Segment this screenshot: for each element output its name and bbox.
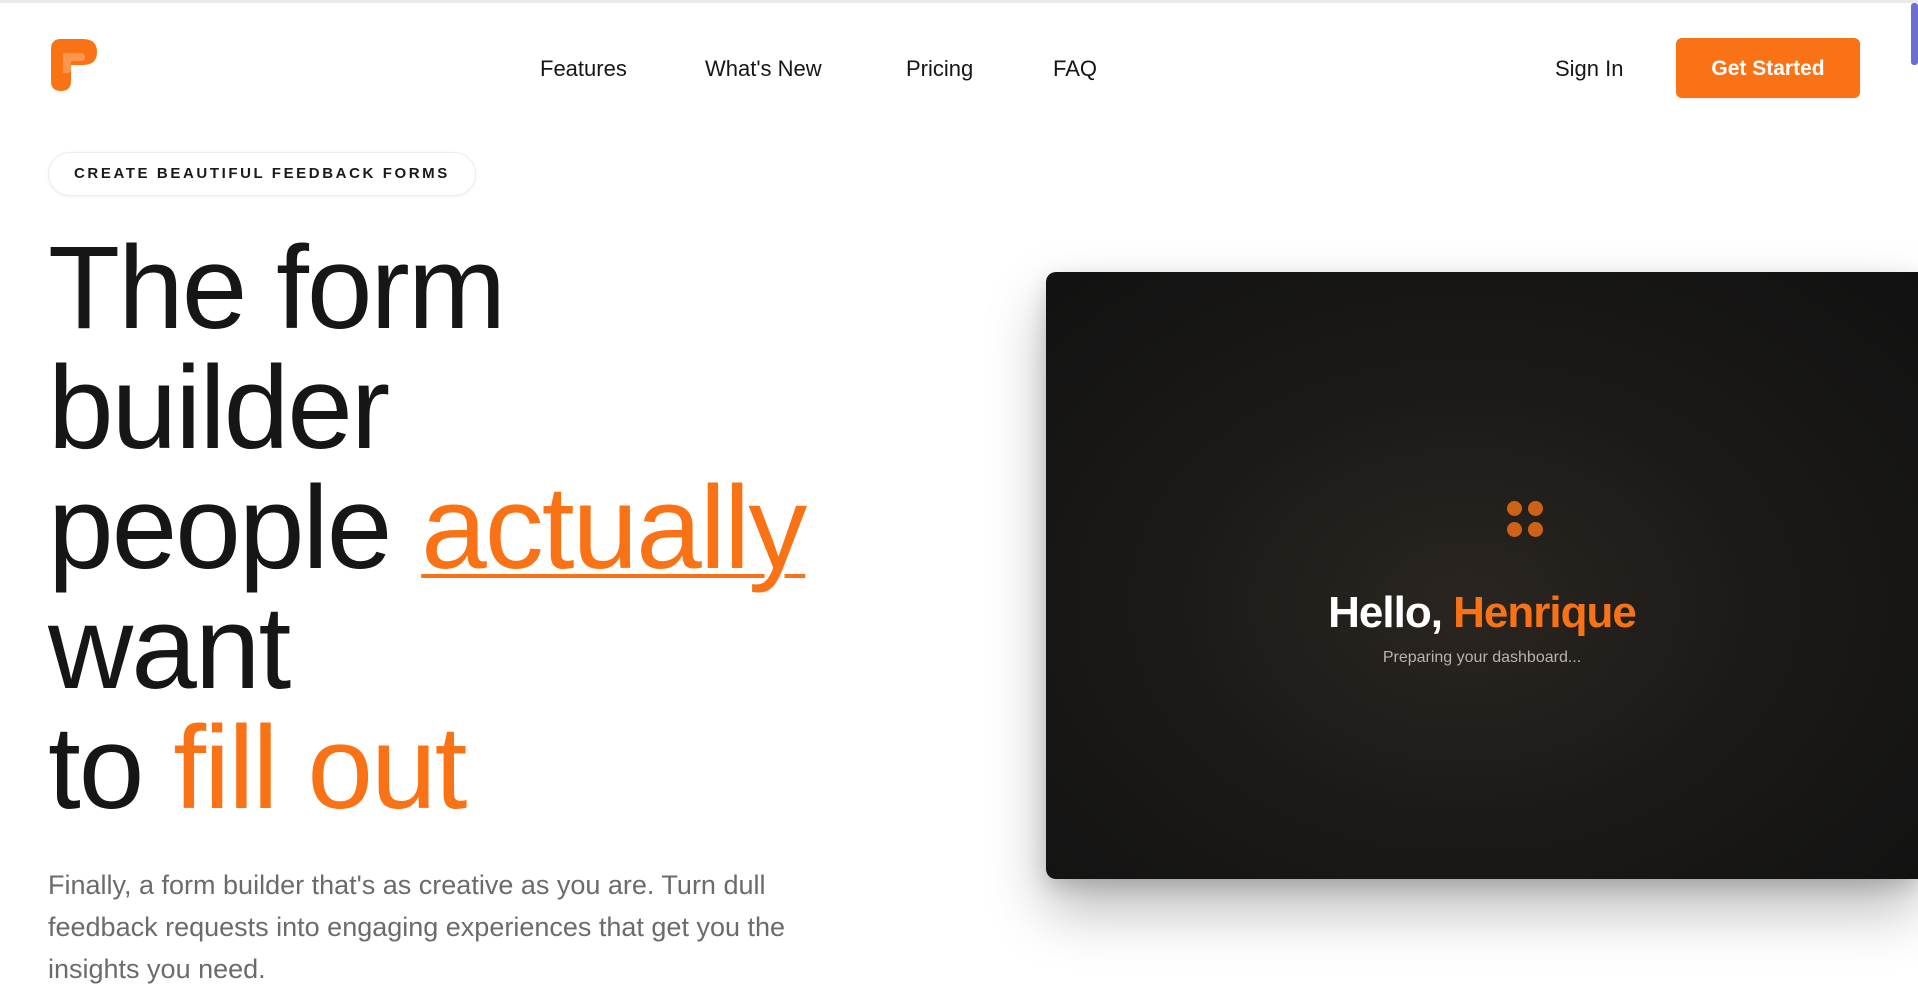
brand-logo-icon[interactable] [51,39,97,91]
dashboard-preview-card: Hello, Henrique Preparing your dashboard… [1046,272,1918,879]
headline-line-2: builder [48,342,390,474]
headline-fill-out-accent: fill out [173,702,467,834]
sign-in-link[interactable]: Sign In [1555,53,1624,85]
hero-subtext: Finally, a form builder that's as creati… [48,870,786,984]
loader-dot [1507,522,1522,537]
headline-line-1: The form [48,222,506,354]
headline-line-3: people actually [48,468,807,588]
eyebrow-badge: CREATE BEAUTIFUL FEEDBACK FORMS [48,152,476,196]
nav-link-features[interactable]: Features [540,53,627,85]
nav-link-faq[interactable]: FAQ [1053,53,1097,85]
loader-dot [1528,522,1543,537]
greeting-name: Henrique [1453,588,1637,637]
loading-status-text: Preparing your dashboard... [1382,649,1582,666]
get-started-button[interactable]: Get Started [1676,38,1860,98]
headline-line-5: to fill out [48,708,805,828]
headline-line-4: want [48,582,291,714]
headline-to: to [48,702,174,834]
hero-headline: The form builder people actually want to… [48,222,807,828]
loader-dot [1528,501,1543,516]
landing-page: Features What's New Pricing FAQ Sign In … [0,0,1918,997]
nav-link-pricing[interactable]: Pricing [906,53,973,85]
headline-people: people [48,462,422,594]
nav-link-whats-new[interactable]: What's New [705,53,822,85]
loader-dot [1507,501,1522,516]
greeting-text: Hello, Henrique [1046,586,1918,640]
scrollbar-thumb[interactable] [1911,3,1918,65]
headline-actually-accent: actually [421,462,807,594]
greeting-prefix: Hello, [1328,588,1454,637]
four-dots-loader-icon [1507,501,1547,541]
